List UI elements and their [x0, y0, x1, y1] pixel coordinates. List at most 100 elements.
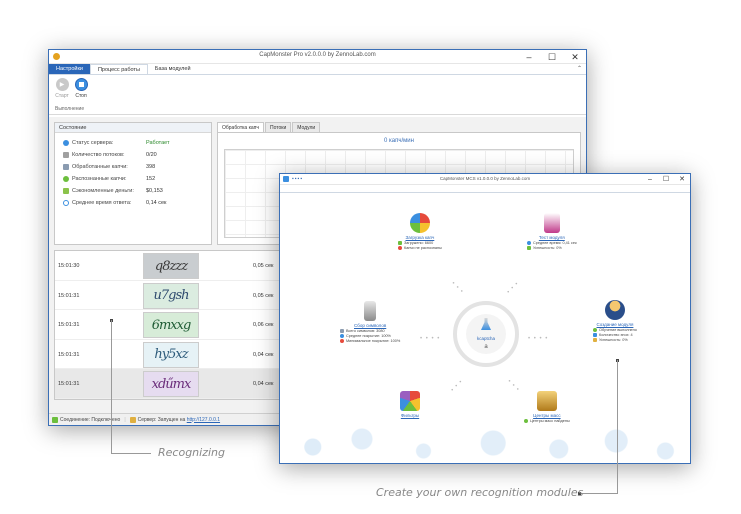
node-status-text: Успешность: 0% — [599, 338, 628, 342]
window2-tabs: Проект — [280, 185, 690, 201]
state-value: 0/20 — [146, 152, 157, 158]
processed-icon — [63, 164, 69, 170]
center-module[interactable]: kcaptcha a — [453, 301, 519, 367]
node-status: Капчи не распознаны — [398, 246, 442, 250]
window2-title: CapMonster MCS v1.0.0.0 by ZennoLab.com — [439, 176, 531, 181]
collect-symbols-link[interactable]: Сбор символов — [340, 323, 400, 328]
create-modules-caption: Create your own recognition modules — [376, 486, 584, 499]
log-duration: 0,05 сек — [253, 292, 274, 299]
log-time: 15:01:30 — [58, 263, 80, 269]
state-label: Среднее время ответа: — [72, 200, 132, 206]
log-duration: 0,05 сек — [253, 263, 274, 269]
node-status-text: Количество эпох: 4 — [599, 333, 633, 337]
node-status-text: Всего символов: 3080 — [346, 329, 385, 333]
ribbon-tabs: Настройки Процесс работы База модулей ⌃ — [49, 64, 586, 75]
server-status: Сервер: Запущен на — [137, 416, 186, 423]
mass-centers-link[interactable]: Центры масс — [524, 413, 570, 418]
flag-icon — [527, 246, 531, 250]
close-icon[interactable]: ✕ — [674, 174, 690, 185]
close-icon[interactable]: ✕ — [564, 50, 586, 64]
connector: • • • — [506, 378, 521, 394]
status-icon — [524, 419, 528, 423]
flag-icon — [593, 338, 597, 342]
node-status: Успешность: 0% — [593, 338, 637, 342]
threads-icon — [63, 152, 69, 158]
connector: • • • — [450, 378, 465, 394]
node-status: Загружено: 6600 — [398, 241, 442, 245]
captcha-letter-icon: a — [484, 344, 488, 350]
recognizing-line — [111, 320, 112, 453]
connector: • • • • — [420, 336, 441, 342]
tab-modules-base[interactable]: База модулей — [148, 64, 198, 74]
stop-button[interactable]: Стоп — [72, 78, 90, 99]
log-time: 15:01:31 — [58, 351, 80, 358]
state-panel: Состояние Статус сервера: Работает Количе… — [54, 122, 212, 245]
tab-captcha-processing[interactable]: Обработка капч — [217, 122, 264, 132]
node-load-captcha: Загрузка капч Загружено: 6600 Капчи не р… — [398, 213, 442, 250]
minimize-icon[interactable]: – — [642, 174, 658, 185]
state-value: 152 — [146, 176, 156, 182]
scales-icon — [536, 391, 557, 411]
ribbon: ▶ Старт Стоп Выполнение — [49, 75, 586, 115]
chevron-up-icon[interactable]: ⌃ — [577, 65, 582, 72]
node-status-text: Успешность: 0% — [533, 246, 562, 250]
test-tubes-icon — [543, 213, 560, 233]
worker-icon — [604, 300, 625, 320]
node-status-text: Среднее покрытие: 100% — [346, 334, 391, 338]
state-value: 0,14 сек — [146, 200, 167, 206]
capmonster-mcs-window: ▪▪▪▪ CapMonster MCS v1.0.0.0 by ZennoLab… — [279, 173, 691, 464]
captcha-image: q8zzz — [143, 253, 199, 279]
load-captcha-link[interactable]: Загрузка капч — [398, 235, 442, 240]
node-status: Обучение выполнено — [593, 328, 637, 332]
node-status-text: Среднее время: 0,41 сек — [533, 241, 577, 245]
modules-line — [580, 493, 618, 494]
status-icon — [398, 241, 402, 245]
window1-titlebar: CapMonster Pro v2.0.0.0 by ZennoLab.com … — [49, 50, 586, 64]
state-row: Среднее время ответа: 0,14 сек — [55, 197, 211, 209]
bubbles-decoration — [280, 423, 690, 463]
recognized-icon — [63, 176, 69, 182]
state-label: Статус сервера: — [72, 140, 114, 146]
state-row: Статус сервера: Работает — [55, 137, 211, 149]
node-create-module: Создание модуля Обучение выполнено Колич… — [593, 300, 637, 342]
node-status-text: Капчи не распознаны — [404, 246, 442, 250]
tab-threads[interactable]: Потоки — [265, 122, 292, 132]
state-label: Сэкономленные деньги: — [72, 188, 134, 194]
server-icon — [129, 416, 136, 423]
maximize-icon[interactable]: ☐ — [658, 174, 674, 185]
status-icon — [398, 246, 402, 250]
state-label: Распознанные капчи: — [72, 176, 127, 182]
maximize-icon[interactable]: ☐ — [541, 50, 563, 64]
tab-process[interactable]: Процесс работы — [89, 64, 148, 74]
rate-label: 0 капч/мин — [384, 138, 414, 144]
server-link[interactable]: http://127.0.0.1 — [187, 417, 220, 423]
state-value: Работает — [146, 140, 170, 146]
connector: • • • — [450, 280, 465, 296]
state-panel-title: Состояние — [55, 123, 211, 133]
ribbon-group-label: Выполнение — [55, 106, 85, 112]
node-status: Среднее время: 0,41 сек — [527, 241, 577, 245]
state-row: Количество потоков: 0/20 — [55, 149, 211, 161]
module-workflow-canvas: kcaptcha a • • • • • • • • • • • • • • •… — [280, 193, 690, 463]
status-icon — [593, 333, 597, 337]
palette-icon — [400, 391, 420, 411]
tab-settings[interactable]: Настройки — [49, 64, 90, 74]
node-mass-centers: Центры масс Центры масс найдены — [524, 391, 570, 423]
stop-icon — [74, 78, 88, 91]
window1-title: CapMonster Pro v2.0.0.0 by ZennoLab.com — [259, 52, 376, 58]
start-button[interactable]: ▶ Старт — [53, 78, 71, 99]
node-status-text: Центры масс найдены — [530, 419, 570, 423]
status-icon — [527, 241, 531, 245]
test-module-link[interactable]: Тест модуля — [527, 235, 577, 240]
microscope-icon — [364, 301, 377, 321]
start-label: Старт — [55, 93, 69, 99]
process-tabs: Обработка капч Потоки Модули — [217, 122, 581, 132]
status-icon — [340, 339, 344, 343]
tab-modules[interactable]: Модули — [292, 122, 321, 132]
minimize-icon[interactable]: – — [518, 50, 540, 64]
create-module-link[interactable]: Создание модуля — [593, 322, 637, 327]
log-time: 15:01:31 — [58, 322, 80, 329]
stop-label: Стоп — [75, 93, 87, 99]
node-status: Всего символов: 3080 — [340, 329, 400, 333]
filters-link[interactable]: Фильтры — [400, 413, 420, 418]
